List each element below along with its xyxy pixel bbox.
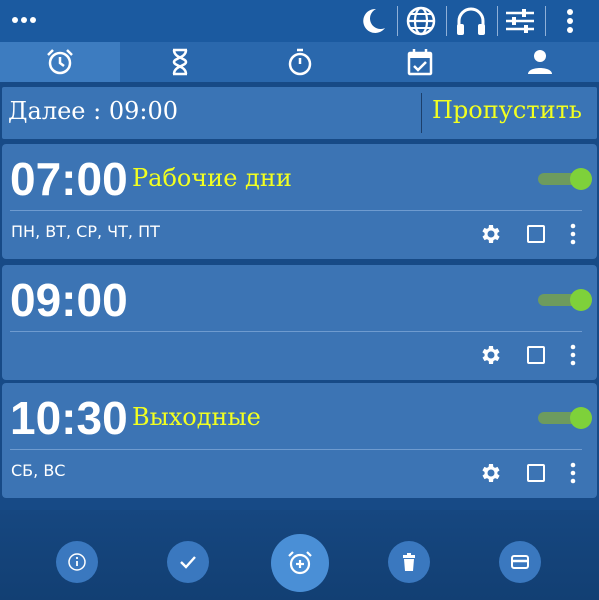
alarm-card[interactable]: 07:00 Рабочие дни ПН, ВТ, СР, ЧТ, ПТ bbox=[2, 144, 597, 259]
tab-timer[interactable] bbox=[120, 42, 240, 82]
alarm-days: СБ, ВС bbox=[11, 461, 66, 480]
more-horizontal-icon[interactable] bbox=[10, 6, 50, 34]
divider bbox=[545, 6, 546, 36]
tab-stopwatch[interactable] bbox=[240, 42, 360, 82]
alarm-enable-toggle[interactable] bbox=[536, 289, 592, 311]
toggle-thumb bbox=[570, 289, 592, 311]
alarm-time[interactable]: 07:00 bbox=[10, 152, 128, 206]
delete-button[interactable] bbox=[388, 541, 430, 583]
top-action-bar bbox=[0, 0, 599, 42]
alarm-time[interactable]: 09:00 bbox=[10, 273, 128, 327]
alarm-clock-icon bbox=[47, 49, 73, 75]
hourglass-icon bbox=[172, 48, 188, 76]
alarm-name: Выходные bbox=[132, 403, 261, 431]
gear-icon[interactable] bbox=[478, 222, 502, 246]
toggle-thumb bbox=[570, 168, 592, 190]
check-icon bbox=[180, 556, 196, 569]
gear-icon[interactable] bbox=[478, 461, 502, 485]
alarm-enable-toggle[interactable] bbox=[536, 168, 592, 190]
card-button[interactable] bbox=[499, 541, 541, 583]
moon-icon[interactable] bbox=[356, 4, 390, 38]
divider bbox=[10, 331, 582, 332]
check-button[interactable] bbox=[167, 541, 209, 583]
add-alarm-button[interactable] bbox=[271, 534, 329, 592]
info-button[interactable] bbox=[56, 541, 98, 583]
more-vertical-icon[interactable] bbox=[568, 343, 578, 367]
divider bbox=[10, 449, 582, 450]
alarm-name: Рабочие дни bbox=[132, 164, 292, 192]
bottom-action-bar bbox=[0, 510, 599, 600]
next-alarm-label: Далее : 09:00 bbox=[8, 97, 178, 125]
gear-icon[interactable] bbox=[478, 343, 502, 367]
divider bbox=[397, 6, 398, 36]
tab-calendar[interactable] bbox=[360, 42, 480, 82]
person-icon bbox=[528, 50, 552, 74]
divider bbox=[446, 6, 447, 36]
tab-profile[interactable] bbox=[480, 42, 599, 82]
alarm-card[interactable]: 10:30 Выходные СБ, ВС bbox=[2, 383, 597, 498]
checkbox-icon[interactable] bbox=[526, 463, 546, 483]
globe-icon[interactable] bbox=[404, 4, 438, 38]
tab-alarm[interactable] bbox=[0, 42, 120, 82]
alarm-time[interactable]: 10:30 bbox=[10, 391, 128, 445]
trash-icon bbox=[403, 553, 415, 571]
checkbox-icon[interactable] bbox=[526, 345, 546, 365]
toggle-thumb bbox=[570, 407, 592, 429]
checkbox-icon[interactable] bbox=[526, 224, 546, 244]
headphones-icon[interactable] bbox=[454, 4, 488, 38]
more-vertical-icon[interactable] bbox=[568, 461, 578, 485]
more-vertical-icon[interactable] bbox=[556, 4, 590, 38]
skip-button[interactable]: Пропустить bbox=[432, 96, 582, 124]
add-alarm-icon bbox=[288, 551, 312, 575]
calendar-check-icon bbox=[407, 49, 433, 76]
tab-bar bbox=[0, 42, 599, 82]
stopwatch-icon bbox=[288, 48, 312, 76]
alarm-days: ПН, ВТ, СР, ЧТ, ПТ bbox=[11, 222, 160, 241]
next-alarm-bar: Далее : 09:00 Пропустить bbox=[2, 87, 597, 139]
divider bbox=[10, 210, 582, 211]
more-vertical-icon[interactable] bbox=[568, 222, 578, 246]
alarm-card[interactable]: 09:00 bbox=[2, 265, 597, 380]
card-icon bbox=[511, 555, 529, 569]
divider bbox=[421, 93, 422, 133]
info-icon bbox=[68, 553, 86, 571]
equalizer-icon[interactable] bbox=[503, 4, 537, 38]
divider bbox=[497, 6, 498, 36]
alarm-enable-toggle[interactable] bbox=[536, 407, 592, 429]
